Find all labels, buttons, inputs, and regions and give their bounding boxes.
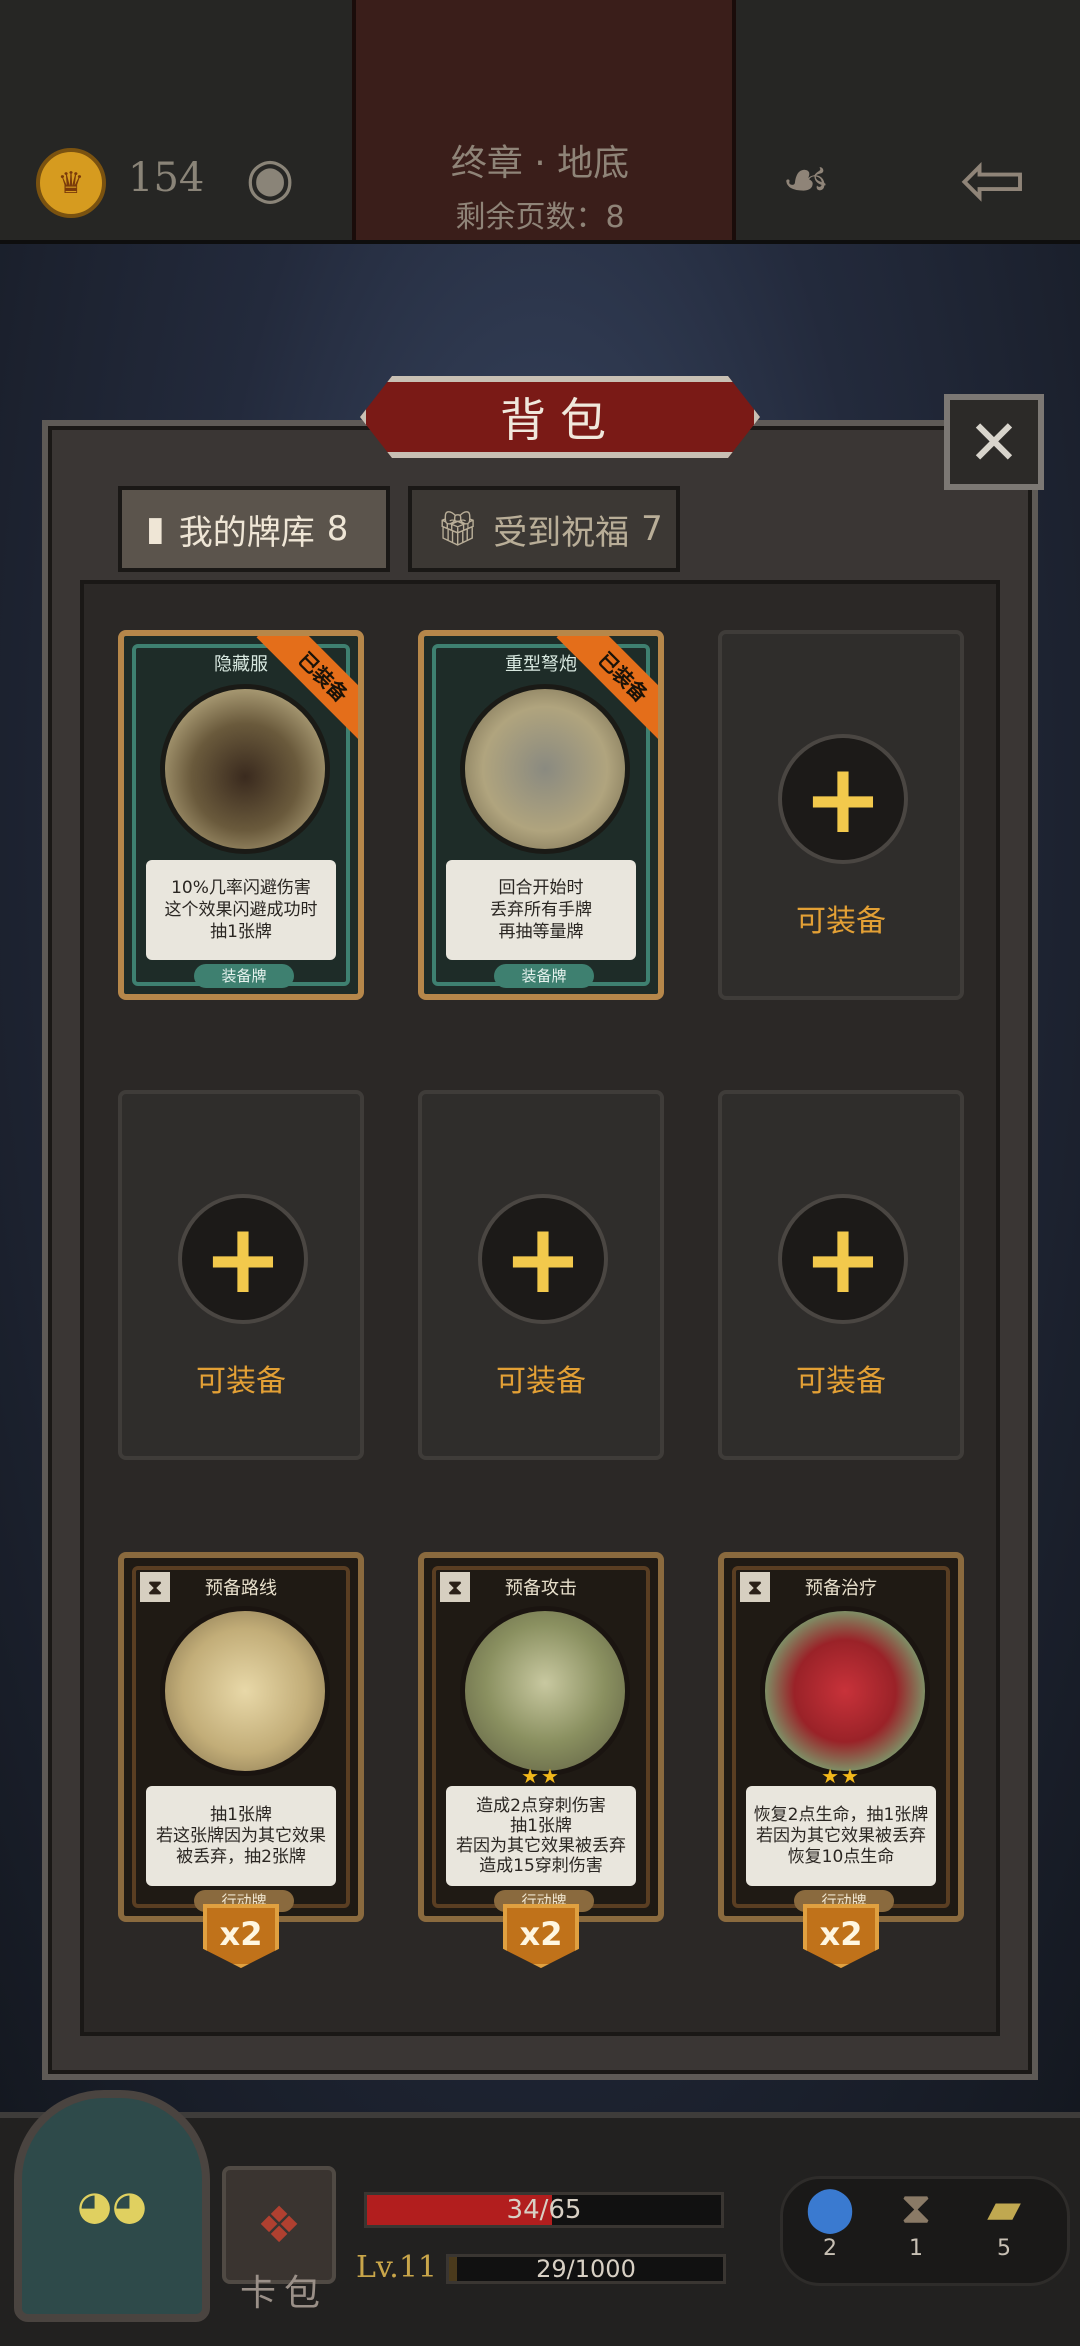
action-card[interactable]: ⧗ 预备攻击 ★★ 造成2点穿刺伤害 抽1张牌 若因为其它效果被丢弃 造成15穿…	[418, 1552, 664, 1922]
tab-blessings[interactable]: 🎁︎ 受到祝福 7	[408, 486, 680, 572]
card-description: 造成2点穿刺伤害 抽1张牌 若因为其它效果被丢弃 造成15穿刺伤害	[446, 1786, 636, 1886]
equipment-card[interactable]: 隐藏服 已装备 10%几率闪避伤害 这个效果闪避成功时 抽1张牌 装备牌	[118, 630, 364, 1000]
card-pack-label: 卡包	[239, 2273, 328, 2314]
hooded-figure-icon: ◕◕	[77, 2183, 147, 2229]
hourglass-resource[interactable]: ⧗ 1	[876, 2182, 956, 2282]
back-arrow-icon[interactable]: ⇦	[950, 140, 1036, 220]
player-portrait[interactable]: ◕◕	[14, 2090, 210, 2322]
potion-resource[interactable]: ⬤ 2	[790, 2182, 870, 2282]
card-description: 抽1张牌 若这张牌因为其它效果 被丢弃，抽2张牌	[146, 1786, 336, 1886]
tab-count: 7	[641, 509, 663, 549]
card-stars: ★★	[521, 1764, 561, 1788]
cards-icon: ▰	[987, 2183, 1021, 2234]
resource-count: 5	[997, 2236, 1011, 2261]
heart-heal-art	[760, 1606, 930, 1776]
gold-amount: 154	[128, 155, 205, 201]
xp-bar: 29/1000	[446, 2254, 726, 2284]
card-description: 10%几率闪避伤害 这个效果闪避成功时 抽1张牌	[146, 860, 336, 960]
action-card[interactable]: ⧗ 预备路线 抽1张牌 若这张牌因为其它效果 被丢弃，抽2张牌 行动牌	[118, 1552, 364, 1922]
slot-label: 可装备	[196, 1364, 286, 1399]
plus-icon: +	[778, 734, 908, 864]
resource-count: 2	[823, 2236, 837, 2261]
slot-label: 可装备	[796, 904, 886, 939]
hooded-cloak-art	[160, 684, 330, 854]
card-name: 预备攻击	[505, 1578, 577, 1599]
empty-equip-slot[interactable]: + 可装备	[718, 1090, 964, 1460]
hp-bar: 34/65	[364, 2192, 724, 2228]
map-route-art	[160, 1606, 330, 1776]
player-level: Lv.11	[356, 2250, 438, 2285]
resource-count: 1	[909, 2236, 923, 2261]
card-stars: ★★	[821, 1764, 861, 1788]
card-description: 回合开始时 丢弃所有手牌 再抽等量牌	[446, 860, 636, 960]
equipment-card[interactable]: 重型弩炮 已装备 回合开始时 丢弃所有手牌 再抽等量牌 装备牌	[418, 630, 664, 1000]
card-stack-icon: ▮	[146, 509, 165, 549]
chapter-title: 终章 · 地底	[450, 143, 630, 184]
xp-text: 29/1000	[536, 2255, 636, 2283]
tab-label: 我的牌库	[178, 512, 315, 553]
close-icon: ✕	[968, 405, 1020, 479]
cards-resource[interactable]: ▰ 5	[964, 2182, 1044, 2282]
hourglass-icon: ⧗	[900, 2183, 932, 2234]
card-type: 装备牌	[494, 964, 594, 988]
card-type: 装备牌	[194, 964, 294, 988]
plus-icon: +	[178, 1194, 308, 1324]
plus-icon: +	[478, 1194, 608, 1324]
eye-icon[interactable]: ◉	[232, 148, 308, 210]
empty-equip-slot[interactable]: + 可装备	[118, 1090, 364, 1460]
crossbow-art	[460, 684, 630, 854]
empty-equip-slot[interactable]: + 可装备	[718, 630, 964, 1000]
close-button[interactable]: ✕	[944, 394, 1044, 490]
card-name: 预备路线	[205, 1578, 277, 1599]
red-book-icon: ❖	[256, 2196, 302, 2254]
empty-equip-slot[interactable]: + 可装备	[418, 1090, 664, 1460]
card-name: 预备治疗	[805, 1578, 877, 1599]
gold-coin-icon: ♛	[36, 148, 106, 218]
backpack-title: 背包	[360, 376, 760, 458]
card-description: 恢复2点生命，抽1张牌 若因为其它效果被丢弃 恢复10点生命	[746, 1786, 936, 1886]
slot-label: 可装备	[796, 1364, 886, 1399]
tab-my-deck[interactable]: ▮ 我的牌库 8	[118, 486, 390, 572]
potion-icon: ⬤	[805, 2183, 855, 2234]
goblin-attack-art	[460, 1606, 630, 1776]
hp-text: 34/65	[506, 2195, 582, 2225]
plus-icon: +	[778, 1194, 908, 1324]
gift-icon: 🎁︎	[436, 509, 480, 549]
action-card[interactable]: ⧗ 预备治疗 ★★ 恢复2点生命，抽1张牌 若因为其它效果被丢弃 恢复10点生命…	[718, 1552, 964, 1922]
tab-count: 8	[326, 509, 349, 549]
pages-remaining: 剩余页数：8	[455, 200, 625, 235]
tab-label: 受到祝福	[493, 512, 630, 553]
pet-icon[interactable]: ☙	[766, 144, 846, 216]
slot-label: 可装备	[496, 1364, 586, 1399]
